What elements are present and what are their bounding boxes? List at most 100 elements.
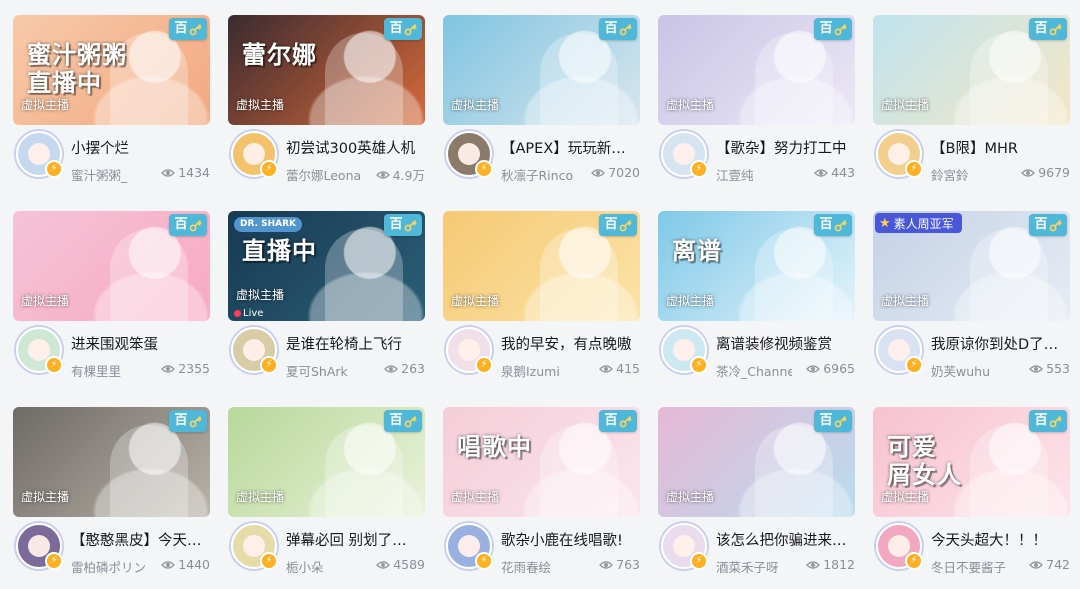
avatar[interactable]: ⚡ [16, 131, 63, 178]
key-icon [1049, 219, 1062, 231]
avatar[interactable]: ⚡ [876, 327, 923, 374]
viewer-count-text: 4589 [393, 557, 425, 572]
avatar[interactable]: ⚡ [231, 523, 278, 570]
room-cover[interactable]: 直播中 虚拟主播 百 DR. SHARK Live [228, 211, 425, 321]
avatar[interactable]: ⚡ [661, 327, 708, 374]
room-title[interactable]: 【B限】MHR [931, 137, 1069, 158]
eye-icon [161, 560, 176, 569]
room-cover[interactable]: 可爱 屑女人 虚拟主播 百 [873, 407, 1070, 517]
room-cover[interactable]: 虚拟主播 百 [658, 15, 855, 125]
avatar[interactable]: ⚡ [876, 131, 923, 178]
live-room-card[interactable]: 唱歌中 虚拟主播 百 ⚡ 歌杂小鹿在线唱歌! 花雨春绘 763 [443, 407, 640, 589]
room-cover[interactable]: 虚拟主播 百 [873, 15, 1070, 125]
room-title[interactable]: 初尝试300英雄人机 [286, 137, 424, 158]
anchor-name[interactable]: 秋凛子Rinco [501, 165, 577, 184]
anchor-name[interactable]: 花雨春绘 [501, 557, 577, 576]
cover-character [110, 425, 188, 517]
room-meta: ⚡ 【憨憨黑皮】今天… 雷柏磷ポリン 1440 [13, 517, 210, 589]
anchor-name[interactable]: 夏可ShArk [286, 361, 362, 380]
verified-badge-icon: ⚡ [475, 160, 493, 178]
anchor-name[interactable]: 茶冷_Channel [716, 361, 792, 380]
avatar[interactable]: ⚡ [661, 523, 708, 570]
avatar[interactable]: ⚡ [446, 523, 493, 570]
room-cover[interactable]: 虚拟主播 百 [13, 407, 210, 517]
avatar[interactable]: ⚡ [446, 327, 493, 374]
live-room-card[interactable]: 虚拟主播 百 ⚡ 我的早安，有点晚嗷 泉鹅Izumi 415 [443, 211, 640, 393]
room-title[interactable]: 今天头超大！！！ [931, 529, 1069, 550]
room-title[interactable]: 是谁在轮椅上飞行 [286, 333, 424, 354]
key-icon [1049, 23, 1062, 35]
anchor-name[interactable]: 江壹纯 [716, 165, 792, 184]
area-tag: 虚拟主播 [881, 294, 930, 308]
viewer-count-text: 1440 [178, 557, 210, 572]
room-cover[interactable]: 离谱 虚拟主播 百 [658, 211, 855, 321]
anchor-name[interactable]: 蕾尔娜Leona [286, 165, 362, 184]
room-title[interactable]: 进来围观笨蛋 [71, 333, 209, 354]
brand-chip: DR. SHARK [234, 217, 303, 232]
live-room-card[interactable]: 虚拟主播 百 ⚡ 【憨憨黑皮】今天… 雷柏磷ポリン 1440 [13, 407, 210, 589]
eye-icon [1029, 364, 1044, 373]
anchor-name[interactable]: 冬日不要酱子 [931, 557, 1007, 576]
live-room-card[interactable]: 蜜汁粥粥 直播中 虚拟主播 百 ⚡ 小摆个烂 蜜汁粥粥_ 1434 [13, 15, 210, 197]
live-room-card[interactable]: 蕾尔娜 虚拟主播 百 ⚡ 初尝试300英雄人机 蕾尔娜Leona 4.9万 [228, 15, 425, 197]
bai-badge: 百 [384, 214, 422, 236]
room-title[interactable]: 弹幕必回 别划了… [286, 529, 424, 550]
room-title[interactable]: 歌杂小鹿在线唱歌! [501, 529, 639, 550]
live-indicator-text: Live [243, 308, 264, 319]
room-cover[interactable]: 虚拟主播 百 [443, 211, 640, 321]
room-title[interactable]: 【歌杂】努力打工中 [716, 137, 854, 158]
room-cover[interactable]: 虚拟主播 百 [443, 15, 640, 125]
featured-chip-label: 素人周亚军 [893, 216, 954, 231]
anchor-name[interactable]: 蜜汁粥粥_ [71, 165, 147, 184]
room-cover[interactable]: 虚拟主播 百 ★ 素人周亚军 [873, 211, 1070, 321]
live-room-card[interactable]: 虚拟主播 百 ⚡ 该怎么把你骗进来… 酒菜禾子呀 1812 [658, 407, 855, 589]
live-room-card[interactable]: 虚拟主播 百 ★ 素人周亚军 ⚡ 我原谅你到处D了… 奶芙wuhu 553 [873, 211, 1070, 393]
live-room-card[interactable]: 离谱 虚拟主播 百 ⚡ 离谱装修视频鉴赏 茶冷_Channel 6965 [658, 211, 855, 393]
room-cover[interactable]: 蕾尔娜 虚拟主播 百 [228, 15, 425, 125]
avatar[interactable]: ⚡ [661, 131, 708, 178]
avatar[interactable]: ⚡ [16, 523, 63, 570]
room-cover[interactable]: 虚拟主播 百 [228, 407, 425, 517]
live-room-card[interactable]: 可爱 屑女人 虚拟主播 百 ⚡ 今天头超大！！！ 冬日不要酱子 742 [873, 407, 1070, 589]
room-title[interactable]: 我原谅你到处D了… [931, 333, 1069, 354]
viewer-count-text: 1812 [823, 557, 855, 572]
bai-badge-text: 百 [819, 21, 833, 36]
room-title[interactable]: 该怎么把你骗进来… [716, 529, 854, 550]
live-room-card[interactable]: 虚拟主播 百 ⚡ 【B限】MHR 鈴宮鈴 9679 [873, 15, 1070, 197]
room-cover[interactable]: 虚拟主播 百 [13, 211, 210, 321]
room-title[interactable]: 【APEX】玩玩新… [501, 137, 639, 158]
live-room-card[interactable]: 虚拟主播 百 ⚡ 【APEX】玩玩新… 秋凛子Rinco 7020 [443, 15, 640, 197]
live-room-card[interactable]: 直播中 虚拟主播 百 DR. SHARK Live ⚡ 是谁在轮椅上飞行 夏可Sh… [228, 211, 425, 393]
avatar[interactable]: ⚡ [231, 131, 278, 178]
area-tag: 虚拟主播 [21, 294, 70, 308]
room-title[interactable]: 小摆个烂 [71, 137, 209, 158]
bai-badge: 百 [1029, 214, 1067, 236]
bai-badge-text: 百 [389, 413, 403, 428]
anchor-name[interactable]: 奶芙wuhu [931, 361, 1007, 380]
cover-character [755, 229, 833, 321]
room-cover[interactable]: 唱歌中 虚拟主播 百 [443, 407, 640, 517]
live-room-card[interactable]: 虚拟主播 百 ⚡ 弹幕必回 别划了… 栀小朵 4589 [228, 407, 425, 589]
anchor-name[interactable]: 鈴宮鈴 [931, 165, 1007, 184]
room-title[interactable]: 【憨憨黑皮】今天… [71, 529, 209, 550]
avatar[interactable]: ⚡ [231, 327, 278, 374]
live-room-card[interactable]: 虚拟主播 百 ⚡ 【歌杂】努力打工中 江壹纯 443 [658, 15, 855, 197]
avatar[interactable]: ⚡ [16, 327, 63, 374]
room-cover[interactable]: 虚拟主播 百 [658, 407, 855, 517]
live-room-card[interactable]: 虚拟主播 百 ⚡ 进来围观笨蛋 有棵里里 2355 [13, 211, 210, 393]
anchor-name[interactable]: 栀小朵 [286, 557, 362, 576]
anchor-name[interactable]: 雷柏磷ポリン [71, 557, 147, 576]
room-title[interactable]: 离谱装修视频鉴赏 [716, 333, 854, 354]
anchor-name[interactable]: 酒菜禾子呀 [716, 557, 792, 576]
anchor-name[interactable]: 有棵里里 [71, 361, 147, 380]
avatar[interactable]: ⚡ [446, 131, 493, 178]
bai-badge: 百 [599, 410, 637, 432]
anchor-name[interactable]: 泉鹅Izumi [501, 361, 577, 380]
avatar[interactable]: ⚡ [876, 523, 923, 570]
eye-icon [161, 168, 176, 177]
viewer-count-text: 4.9万 [392, 168, 425, 183]
bai-badge-text: 百 [604, 413, 618, 428]
room-cover[interactable]: 蜜汁粥粥 直播中 虚拟主播 百 [13, 15, 210, 125]
room-title[interactable]: 我的早安，有点晚嗷 [501, 333, 639, 354]
bai-badge: 百 [599, 214, 637, 236]
